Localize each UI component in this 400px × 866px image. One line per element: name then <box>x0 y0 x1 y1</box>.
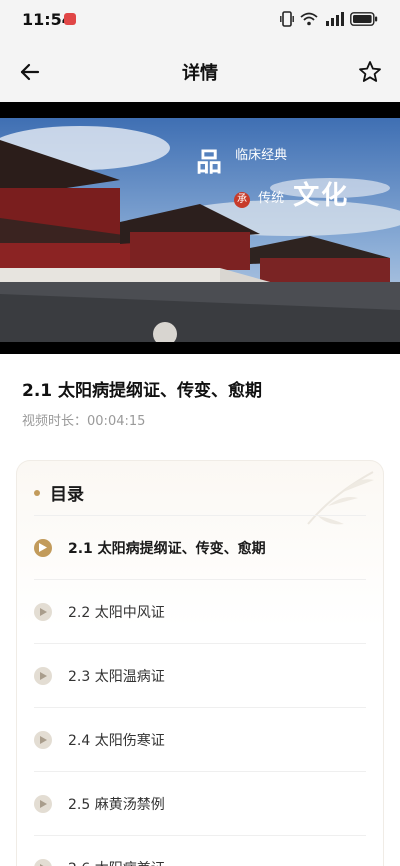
notification-badge-icon <box>64 13 76 25</box>
toc-item-label: 2.1 太阳病提纲证、传变、愈期 <box>68 540 266 557</box>
video-overlay-text: 品 临床经典 承 传统 文化 <box>196 142 349 212</box>
toc-header: 目录 <box>34 480 84 505</box>
overlay-text-1: 品 <box>196 148 225 178</box>
star-outline-icon <box>359 61 381 82</box>
play-icon <box>34 666 52 685</box>
battery-icon <box>350 12 378 26</box>
toc-item[interactable]: 2.3 太阳温病证 <box>34 643 366 707</box>
toc-item[interactable]: 2.2 太阳中风证 <box>34 579 366 643</box>
play-icon <box>34 602 52 621</box>
play-icon <box>34 538 52 557</box>
toc-item-label: 2.3 太阳温病证 <box>68 668 165 685</box>
duration-label: 视频时长： <box>22 414 88 429</box>
favorite-button[interactable] <box>354 56 386 88</box>
overlay-text-3: 传统 <box>258 191 285 206</box>
seal-icon: 承 <box>234 192 250 208</box>
play-icon <box>34 794 52 813</box>
toc-heading: 目录 <box>50 485 84 505</box>
toc-item[interactable]: 2.1 太阳病提纲证、传变、愈期 <box>34 515 366 579</box>
lesson-title: 2.1 太阳病提纲证、传变、愈期 <box>22 381 263 401</box>
toc-card: 目录 2.1 太阳病提纲证、传变、愈期 2.2 太阳中风证 2.3 太阳温病证 <box>16 460 384 866</box>
toc-section: 目录 2.1 太阳病提纲证、传变、愈期 2.2 太阳中风证 2.3 太阳温病证 <box>0 450 400 866</box>
toc-item[interactable]: 2.5 麻黄汤禁例 <box>34 771 366 835</box>
overlay-text-4: 文化 <box>293 181 350 211</box>
toc-item[interactable]: 2.4 太阳伤寒证 <box>34 707 366 771</box>
nav-bar: 详情 <box>0 38 400 102</box>
toc-list: 2.1 太阳病提纲证、传变、愈期 2.2 太阳中风证 2.3 太阳温病证 2.4… <box>34 515 366 866</box>
video-duration: 视频时长：00:04:15 <box>22 410 145 429</box>
status-bar: 11:54 <box>0 0 400 38</box>
toc-item-label: 2.5 麻黄汤禁例 <box>68 796 165 813</box>
toc-item[interactable]: 2.6 太阳病兼证 <box>34 835 366 866</box>
bullet-dot-icon <box>34 489 40 496</box>
status-icons <box>280 11 378 27</box>
duration-value: 00:04:15 <box>87 414 146 429</box>
toc-item-label: 2.6 太阳病兼证 <box>68 858 165 866</box>
vibrate-icon <box>280 11 294 27</box>
play-icon <box>34 858 52 866</box>
video-player[interactable]: 品 临床经典 承 传统 文化 <box>0 102 400 354</box>
page-title: 详情 <box>182 63 218 84</box>
play-icon <box>34 730 52 749</box>
overlay-text-2: 临床经典 <box>235 148 288 163</box>
toc-item-label: 2.4 太阳伤寒证 <box>68 732 165 749</box>
toc-item-label: 2.2 太阳中风证 <box>68 604 165 621</box>
wifi-icon <box>300 12 318 26</box>
signal-icon <box>326 12 344 26</box>
lesson-info: 2.1 太阳病提纲证、传变、愈期 视频时长：00:04:15 <box>0 354 400 450</box>
